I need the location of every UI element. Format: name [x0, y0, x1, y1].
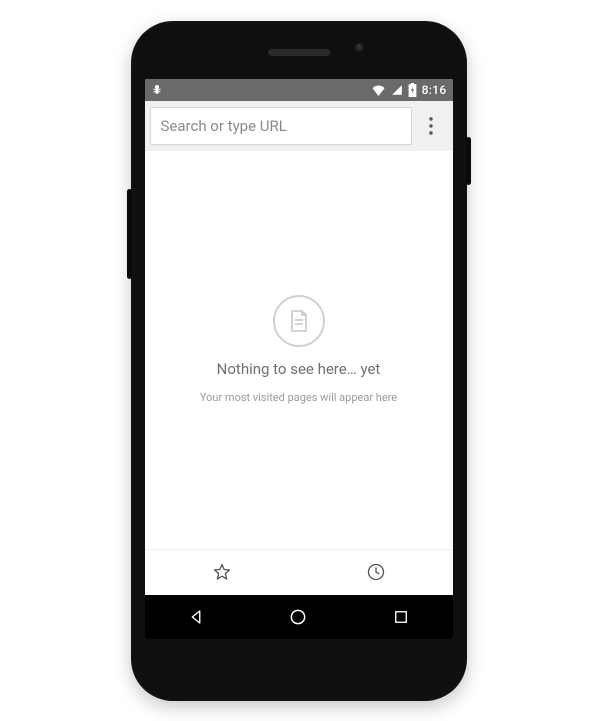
status-bar: 8:16 — [145, 79, 453, 101]
home-circle-icon — [288, 607, 308, 627]
recents-square-icon — [392, 608, 410, 626]
star-outline-icon — [212, 562, 232, 582]
bottom-toolbar — [145, 549, 453, 595]
phone-speaker — [268, 49, 330, 56]
debug-icon — [151, 83, 163, 97]
stage: 8:16 Search or type URL — [0, 0, 597, 721]
empty-state-title: Nothing to see here… yet — [217, 360, 381, 378]
android-nav-bar — [145, 595, 453, 639]
back-triangle-icon — [187, 608, 205, 626]
empty-state-subtitle: Your most visited pages will appear here — [200, 391, 397, 404]
android-back-button[interactable] — [145, 608, 247, 626]
cellular-icon — [391, 84, 403, 96]
android-recents-button[interactable] — [350, 608, 452, 626]
phone-volume-buttons — [127, 189, 132, 279]
battery-charging-icon — [408, 83, 417, 97]
phone-front-camera — [355, 43, 365, 53]
phone-power-button — [466, 137, 471, 185]
more-vertical-icon — [429, 117, 433, 135]
android-home-button[interactable] — [248, 607, 350, 627]
wifi-icon — [371, 84, 386, 96]
url-input[interactable]: Search or type URL — [150, 107, 412, 145]
bookmarks-button[interactable] — [145, 550, 299, 595]
phone-body: 8:16 Search or type URL — [131, 21, 467, 701]
overflow-menu-button[interactable] — [414, 107, 448, 145]
url-placeholder: Search or type URL — [161, 117, 287, 135]
status-clock: 8:16 — [422, 83, 447, 97]
empty-state-circle — [273, 295, 325, 347]
history-button[interactable] — [299, 550, 453, 595]
document-icon — [289, 309, 309, 333]
new-tab-content: Nothing to see here… yet Your most visit… — [145, 151, 453, 549]
clock-icon — [366, 562, 386, 582]
screen: 8:16 Search or type URL — [145, 79, 453, 639]
toolbar: Search or type URL — [145, 101, 453, 151]
